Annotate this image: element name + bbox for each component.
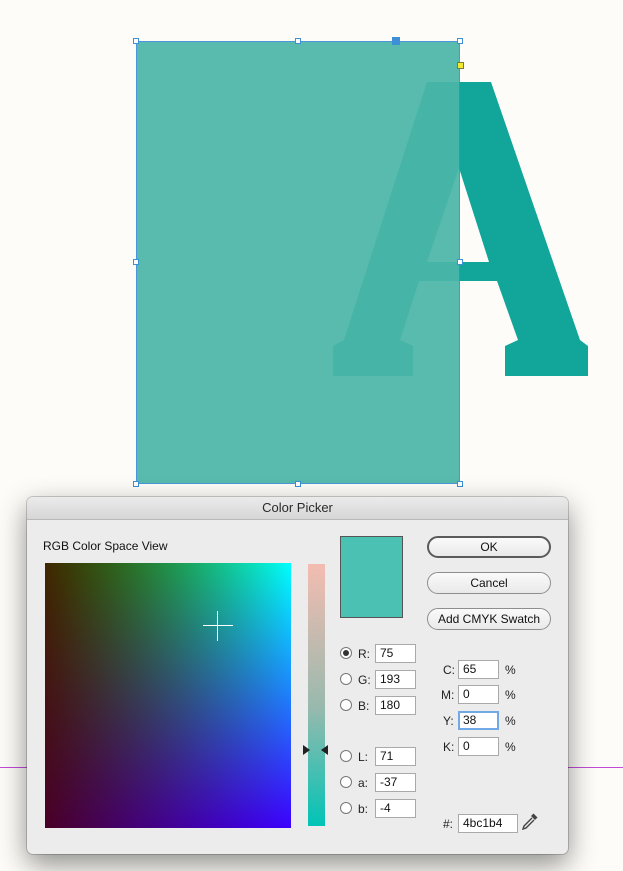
- a-field[interactable]: -37: [375, 773, 416, 792]
- resize-handle-top-right[interactable]: [457, 38, 463, 44]
- dialog-title[interactable]: Color Picker: [27, 497, 568, 520]
- cmyk-row-m: M: 0 %: [441, 685, 516, 704]
- rgb-row-b: B: 180: [340, 696, 420, 716]
- color-space-view-label: RGB Color Space View: [43, 539, 168, 553]
- radio-a[interactable]: [340, 776, 352, 788]
- add-cmyk-swatch-button[interactable]: Add CMYK Swatch: [427, 608, 551, 630]
- radio-b[interactable]: [340, 699, 352, 711]
- ok-button[interactable]: OK: [427, 536, 551, 558]
- c-field[interactable]: 65: [458, 660, 499, 679]
- radio-g[interactable]: [340, 673, 352, 685]
- color-slider[interactable]: [308, 564, 325, 826]
- slider-thumb-right-icon[interactable]: [321, 745, 328, 755]
- selected-rectangle[interactable]: [136, 41, 460, 484]
- resize-handle-top-center[interactable]: [295, 38, 301, 44]
- resize-handle-bottom-center[interactable]: [295, 481, 301, 487]
- b-field[interactable]: 180: [375, 696, 416, 715]
- lab-row-l: L: 71: [340, 747, 420, 767]
- crosshair-icon[interactable]: [203, 611, 233, 641]
- m-field[interactable]: 0: [458, 685, 499, 704]
- color-picker-dialog: Color Picker RGB Color Space View OK Can…: [27, 497, 568, 854]
- eyedropper-icon[interactable]: [521, 812, 539, 830]
- hex-field[interactable]: 4bc1b4: [458, 814, 518, 833]
- resize-handle-bottom-right[interactable]: [457, 481, 463, 487]
- corner-options-handle[interactable]: [457, 62, 464, 69]
- cmyk-row-k: K: 0 %: [443, 737, 516, 756]
- cmyk-row-c: C: 65 %: [443, 660, 516, 679]
- slider-thumb-left-icon[interactable]: [303, 745, 310, 755]
- k-field[interactable]: 0: [458, 737, 499, 756]
- r-field[interactable]: 75: [375, 644, 416, 663]
- rgb-row-r: R: 75: [340, 644, 420, 664]
- rgb-row-g: G: 193: [340, 670, 420, 690]
- color-field[interactable]: [45, 563, 291, 828]
- lab-row-b: b: -4: [340, 799, 420, 819]
- radio-l[interactable]: [340, 750, 352, 762]
- hex-row: #: 4bc1b4: [441, 814, 521, 834]
- l-field[interactable]: 71: [375, 747, 416, 766]
- cmyk-row-y: Y: 38 %: [443, 711, 516, 730]
- resize-handle-middle-left[interactable]: [133, 259, 139, 265]
- resize-handle-middle-right[interactable]: [457, 259, 463, 265]
- resize-handle-top-left[interactable]: [133, 38, 139, 44]
- resize-handle-bottom-left[interactable]: [133, 481, 139, 487]
- cancel-button[interactable]: Cancel: [427, 572, 551, 594]
- radio-r[interactable]: [340, 647, 352, 659]
- lab-b-field[interactable]: -4: [375, 799, 416, 818]
- g-field[interactable]: 193: [375, 670, 416, 689]
- y-field[interactable]: 38: [458, 711, 499, 730]
- radio-lab-b[interactable]: [340, 802, 352, 814]
- lab-row-a: a: -37: [340, 773, 420, 793]
- current-color-swatch: [340, 536, 403, 618]
- reference-point-handle[interactable]: [392, 37, 400, 45]
